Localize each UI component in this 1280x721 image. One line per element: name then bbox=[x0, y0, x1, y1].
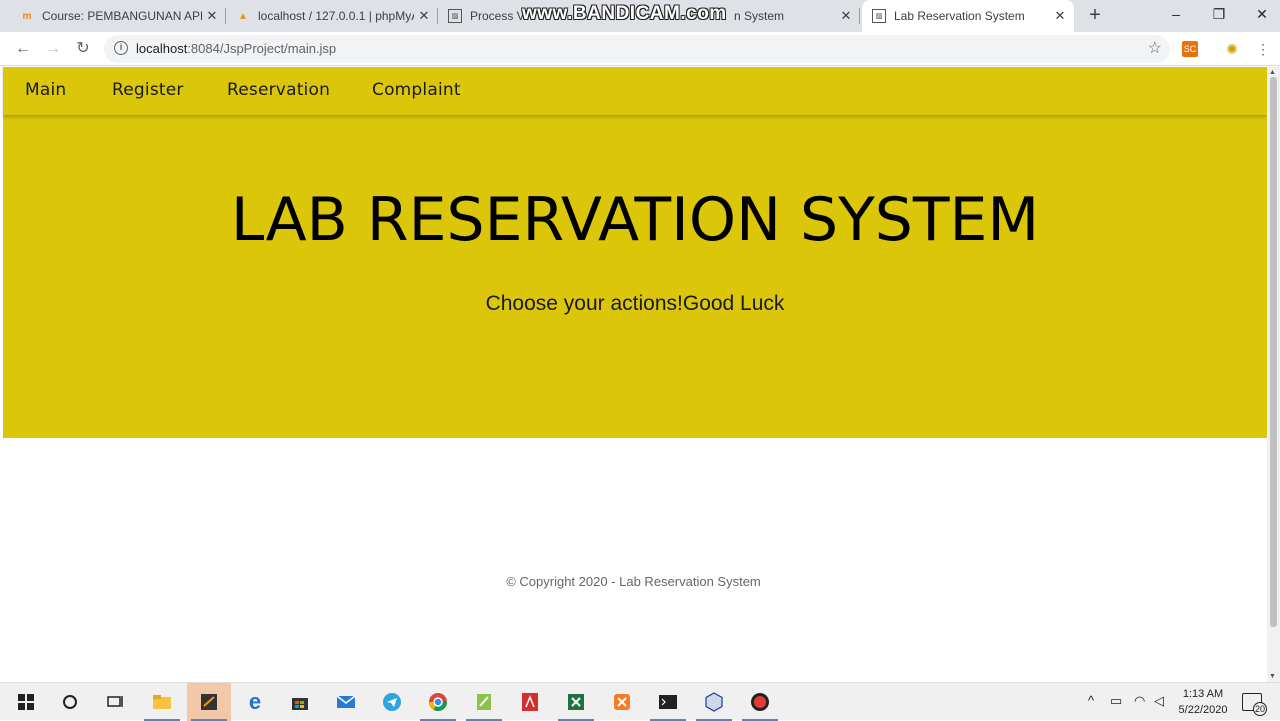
forward-icon[interactable]: → bbox=[42, 38, 64, 60]
tab-close-icon[interactable]: ✕ bbox=[414, 8, 434, 24]
tab-title: Process Vie bbox=[470, 9, 524, 23]
minimize-button[interactable]: – bbox=[1154, 0, 1198, 30]
system-clock[interactable]: 1:13 AM 5/22/2020 bbox=[1172, 686, 1234, 718]
back-icon[interactable]: ← bbox=[12, 38, 34, 60]
tab-course[interactable]: m Course: PEMBANGUNAN APLIK ✕ bbox=[10, 0, 226, 32]
mail-icon[interactable] bbox=[324, 683, 368, 721]
virtualbox-icon[interactable] bbox=[692, 683, 736, 721]
site-navbar: Main Register Reservation Complaint bbox=[3, 67, 1267, 115]
notification-center-icon[interactable]: 20 bbox=[1242, 693, 1267, 716]
store-icon[interactable] bbox=[278, 683, 322, 721]
tab-close-icon[interactable]: ✕ bbox=[1050, 8, 1070, 24]
tab-close-icon[interactable]: ✕ bbox=[836, 8, 856, 24]
notepad-icon[interactable] bbox=[462, 683, 506, 721]
tab-close-icon[interactable]: ✕ bbox=[202, 8, 222, 24]
page-viewport: Main Register Reservation Complaint LAB … bbox=[0, 67, 1267, 682]
recording-watermark: www.BANDICAM.com bbox=[522, 3, 727, 24]
address-bar[interactable]: i localhost:8084/JspProject/main.jsp ☆ bbox=[104, 35, 1170, 63]
telegram-icon[interactable] bbox=[370, 683, 414, 721]
tab-title: Course: PEMBANGUNAN APLIK bbox=[42, 9, 202, 23]
nav-complaint-link[interactable]: Complaint bbox=[372, 80, 461, 100]
acrobat-icon[interactable] bbox=[508, 683, 552, 721]
extension-icon[interactable]: ✺ bbox=[1224, 41, 1240, 57]
task-view-icon[interactable] bbox=[93, 683, 137, 721]
bandicam-icon[interactable] bbox=[738, 683, 782, 721]
edge-icon[interactable]: e bbox=[233, 683, 277, 721]
tab-phpmyadmin[interactable]: ▲ localhost / 127.0.0.1 | phpMyAd ✕ bbox=[226, 0, 438, 32]
scrollbar-thumb[interactable] bbox=[1270, 77, 1277, 627]
hero-section: Main Register Reservation Complaint LAB … bbox=[3, 67, 1267, 438]
url-host: localhost bbox=[136, 41, 188, 56]
tab-system[interactable]: n System ✕ bbox=[728, 0, 860, 32]
copyright-footer: © Copyright 2020 - Lab Reservation Syste… bbox=[506, 574, 761, 589]
url-text[interactable]: localhost:8084/JspProject/main.jsp bbox=[136, 41, 336, 56]
new-tab-button[interactable]: + bbox=[1084, 4, 1106, 28]
reload-icon[interactable]: ↻ bbox=[72, 38, 94, 60]
browser-toolbar: ← → ↻ i localhost:8084/JspProject/main.j… bbox=[0, 32, 1280, 66]
page-title: LAB RESERVATION SYSTEM bbox=[230, 185, 1040, 255]
tab-title: n System bbox=[734, 9, 785, 23]
nav-main-link[interactable]: Main bbox=[25, 80, 66, 100]
nav-reservation-link[interactable]: Reservation bbox=[227, 80, 330, 100]
terminal-icon[interactable] bbox=[646, 683, 690, 721]
scroll-up-icon[interactable]: ▲ bbox=[1269, 69, 1276, 76]
wifi-icon[interactable]: ◠ bbox=[1134, 693, 1145, 709]
clock-time: 1:13 AM bbox=[1182, 688, 1224, 700]
excel-icon[interactable] bbox=[554, 683, 598, 721]
xampp-icon[interactable] bbox=[600, 683, 644, 721]
start-icon[interactable] bbox=[4, 683, 48, 721]
cortana-icon[interactable] bbox=[48, 683, 92, 721]
file-explorer-icon[interactable] bbox=[140, 683, 184, 721]
page-subtitle: Choose your actions!Good Luck bbox=[485, 292, 785, 315]
page-scrollbar[interactable]: ▲ ▼ bbox=[1267, 67, 1280, 682]
extension-sc-icon[interactable]: SC bbox=[1182, 41, 1198, 57]
tab-process-view[interactable]: ▨ Process Vie bbox=[438, 0, 524, 32]
notification-count: 20 bbox=[1253, 702, 1267, 716]
site-info-icon[interactable]: i bbox=[114, 41, 128, 55]
tray-chevron-up-icon[interactable]: ^ bbox=[1088, 693, 1094, 708]
scroll-down-icon[interactable]: ▼ bbox=[1269, 673, 1276, 680]
tab-title: Lab Reservation System bbox=[894, 9, 1025, 23]
battery-icon[interactable]: ▭ bbox=[1110, 693, 1122, 709]
image-icon: ▨ bbox=[872, 9, 886, 23]
menu-kebab-icon[interactable]: ⋮ bbox=[1255, 41, 1271, 57]
browser-tabstrip: m Course: PEMBANGUNAN APLIK ✕ ▲ localhos… bbox=[0, 0, 1280, 32]
chrome-icon[interactable] bbox=[416, 683, 460, 721]
tab-lab-reservation[interactable]: ▨ Lab Reservation System ✕ bbox=[862, 0, 1074, 32]
volume-icon[interactable]: ◁ bbox=[1154, 693, 1164, 709]
nav-register-link[interactable]: Register bbox=[112, 80, 184, 100]
sublime-icon[interactable] bbox=[187, 683, 231, 721]
windows-taskbar: e ^ ▭ ◠ ◁ 1:13 AM 5/22/2020 20 bbox=[0, 682, 1280, 721]
url-path: :8084/JspProject/main.jsp bbox=[187, 41, 337, 56]
phpmyadmin-icon: ▲ bbox=[238, 10, 248, 22]
image-icon: ▨ bbox=[448, 9, 462, 23]
bookmark-star-icon[interactable]: ☆ bbox=[1148, 38, 1162, 58]
moodle-icon: m bbox=[22, 10, 32, 22]
clock-date: 5/22/2020 bbox=[1178, 704, 1228, 716]
tab-title: localhost / 127.0.0.1 | phpMyAd bbox=[258, 9, 414, 23]
restore-button[interactable]: ❐ bbox=[1197, 0, 1241, 30]
close-window-button[interactable]: ✕ bbox=[1240, 0, 1280, 30]
